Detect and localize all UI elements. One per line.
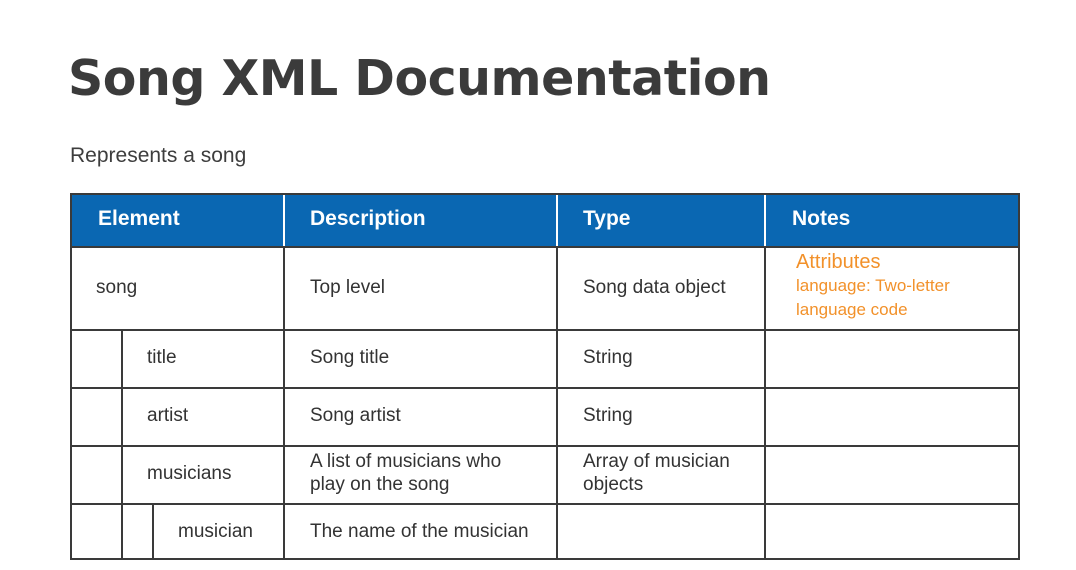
documentation-table: Element Description Type Notes song Top … xyxy=(70,193,1020,560)
header-notes: Notes xyxy=(792,207,851,230)
column-divider xyxy=(283,246,285,560)
cell-element-musician: musician xyxy=(178,521,253,542)
cell-description: A list of musicians who xyxy=(310,451,502,472)
indent-divider xyxy=(121,329,123,560)
cell-type: String xyxy=(583,405,633,426)
cell-element-song: song xyxy=(96,277,138,298)
table-header-row: Element Description Type Notes xyxy=(72,195,1018,246)
cell-element-artist: artist xyxy=(147,405,189,426)
cell-description: Song artist xyxy=(310,405,401,426)
cell-description: play on the song xyxy=(310,474,450,495)
cell-type: Array of musician xyxy=(583,451,730,472)
cell-element-musicians: musicians xyxy=(147,463,232,484)
notes-heading: Attributes xyxy=(796,251,881,273)
notes-line: language: Two-letter xyxy=(796,276,950,295)
indent-divider xyxy=(152,503,154,560)
header-divider xyxy=(283,195,285,246)
row-divider xyxy=(72,246,1018,248)
header-type: Type xyxy=(583,207,631,230)
row-divider xyxy=(72,445,1018,447)
header-divider xyxy=(764,195,766,246)
notes-line: language code xyxy=(796,300,908,319)
header-element: Element xyxy=(98,207,180,230)
header-divider xyxy=(556,195,558,246)
cell-description: Top level xyxy=(310,277,385,298)
column-divider xyxy=(764,246,766,560)
cell-element-title: title xyxy=(147,347,177,368)
row-divider xyxy=(72,329,1018,331)
cell-type: Song data object xyxy=(583,277,726,298)
page-subtitle: Represents a song xyxy=(70,144,247,167)
row-divider xyxy=(72,503,1018,505)
cell-type: objects xyxy=(583,474,644,495)
notes-attributes: Attributes language: Two-letter language… xyxy=(796,250,950,322)
cell-description: Song title xyxy=(310,347,390,368)
column-divider xyxy=(556,246,558,560)
cell-type: String xyxy=(583,347,633,368)
header-description: Description xyxy=(310,207,426,230)
cell-description: The name of the musician xyxy=(310,521,529,542)
row-divider xyxy=(72,387,1018,389)
page-title: Song XML Documentation xyxy=(68,50,771,107)
